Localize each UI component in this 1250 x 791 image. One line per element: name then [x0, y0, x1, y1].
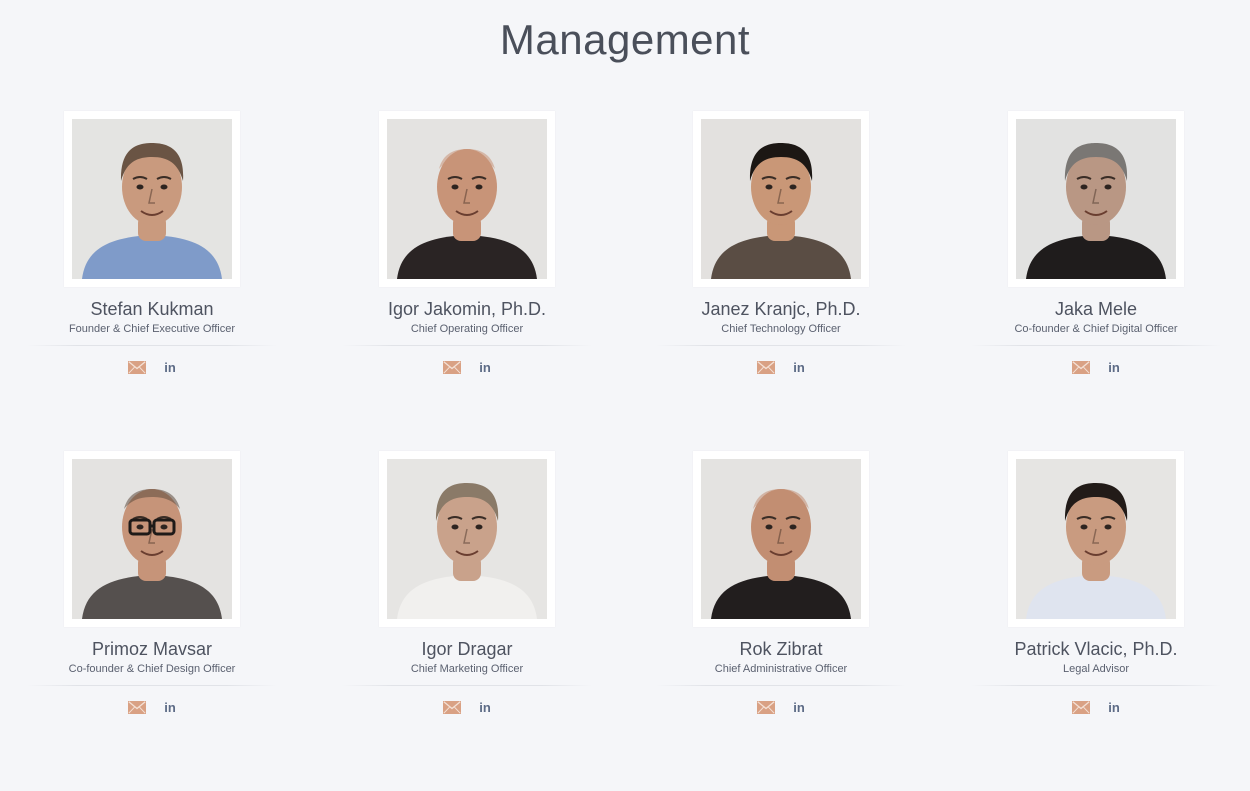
social-links: in: [27, 358, 277, 376]
member-photo: [701, 459, 861, 619]
linkedin-icon[interactable]: in: [164, 361, 176, 374]
mail-icon[interactable]: [757, 700, 776, 714]
social-links: in: [342, 698, 592, 716]
member-photo-frame: [1008, 111, 1184, 287]
mail-icon[interactable]: [757, 360, 776, 374]
mail-icon[interactable]: [1072, 360, 1091, 374]
member-photo: [72, 459, 232, 619]
member-name: Stefan Kukman: [90, 299, 214, 319]
team-member-card: Igor Jakomin, Ph.D. Chief Operating Offi…: [342, 111, 592, 376]
member-photo-frame: [1008, 451, 1184, 627]
mail-icon[interactable]: [443, 700, 462, 714]
social-links: in: [971, 358, 1221, 376]
member-photo: [72, 119, 232, 279]
member-role: Chief Technology Officer: [721, 323, 841, 335]
member-name: Patrick Vlacic, Ph.D.: [1014, 639, 1178, 659]
member-photo-frame: [64, 111, 240, 287]
mail-icon[interactable]: [128, 360, 147, 374]
card-divider: [971, 345, 1221, 346]
team-member-card: Igor Dragar Chief Marketing Officer in: [342, 451, 592, 716]
member-role: Chief Marketing Officer: [410, 663, 524, 675]
member-role: Co-founder & Chief Digital Officer: [1014, 323, 1178, 335]
member-photo: [1016, 459, 1176, 619]
member-photo-frame: [379, 111, 555, 287]
card-divider: [656, 345, 906, 346]
card-divider: [342, 345, 592, 346]
member-photo: [387, 459, 547, 619]
member-photo-frame: [693, 111, 869, 287]
team-member-card: Jaka Mele Co-founder & Chief Digital Off…: [971, 111, 1221, 376]
member-name: Igor Dragar: [421, 639, 513, 659]
member-role: Chief Operating Officer: [410, 323, 524, 335]
team-member-card: Stefan Kukman Founder & Chief Executive …: [27, 111, 277, 376]
linkedin-icon[interactable]: in: [1108, 701, 1120, 714]
member-photo-frame: [693, 451, 869, 627]
linkedin-icon[interactable]: in: [793, 701, 805, 714]
mail-icon[interactable]: [443, 360, 462, 374]
team-member-card: Rok Zibrat Chief Administrative Officer …: [656, 451, 906, 716]
card-divider: [27, 345, 277, 346]
member-photo: [1016, 119, 1176, 279]
team-row: Stefan Kukman Founder & Chief Executive …: [0, 111, 1250, 451]
linkedin-icon[interactable]: in: [479, 701, 491, 714]
social-links: in: [656, 358, 906, 376]
team-member-card: Janez Kranjc, Ph.D. Chief Technology Off…: [656, 111, 906, 376]
mail-icon[interactable]: [128, 700, 147, 714]
linkedin-icon[interactable]: in: [1108, 361, 1120, 374]
social-links: in: [27, 698, 277, 716]
member-photo: [701, 119, 861, 279]
card-divider: [971, 685, 1221, 686]
team-member-card: Primoz Mavsar Co-founder & Chief Design …: [27, 451, 277, 716]
member-photo: [387, 119, 547, 279]
member-photo-frame: [379, 451, 555, 627]
member-role: Co-founder & Chief Design Officer: [68, 663, 236, 675]
linkedin-icon[interactable]: in: [793, 361, 805, 374]
member-role: Chief Administrative Officer: [714, 663, 848, 675]
member-role: Legal Advisor: [1062, 663, 1130, 675]
member-role: Founder & Chief Executive Officer: [68, 323, 236, 335]
page-title: Management: [499, 16, 751, 63]
team-row: Primoz Mavsar Co-founder & Chief Design …: [0, 451, 1250, 791]
team-grid: Stefan Kukman Founder & Chief Executive …: [0, 111, 1250, 791]
social-links: in: [342, 358, 592, 376]
card-divider: [342, 685, 592, 686]
member-photo-frame: [64, 451, 240, 627]
member-name: Igor Jakomin, Ph.D.: [387, 299, 547, 319]
linkedin-icon[interactable]: in: [479, 361, 491, 374]
card-divider: [27, 685, 277, 686]
member-name: Janez Kranjc, Ph.D.: [701, 299, 861, 319]
card-divider: [656, 685, 906, 686]
social-links: in: [971, 698, 1221, 716]
team-member-card: Patrick Vlacic, Ph.D. Legal Advisor in: [971, 451, 1221, 716]
member-name: Primoz Mavsar: [91, 639, 212, 659]
mail-icon[interactable]: [1072, 700, 1091, 714]
member-name: Rok Zibrat: [739, 639, 823, 659]
linkedin-icon[interactable]: in: [164, 701, 176, 714]
social-links: in: [656, 698, 906, 716]
member-name: Jaka Mele: [1054, 299, 1138, 319]
